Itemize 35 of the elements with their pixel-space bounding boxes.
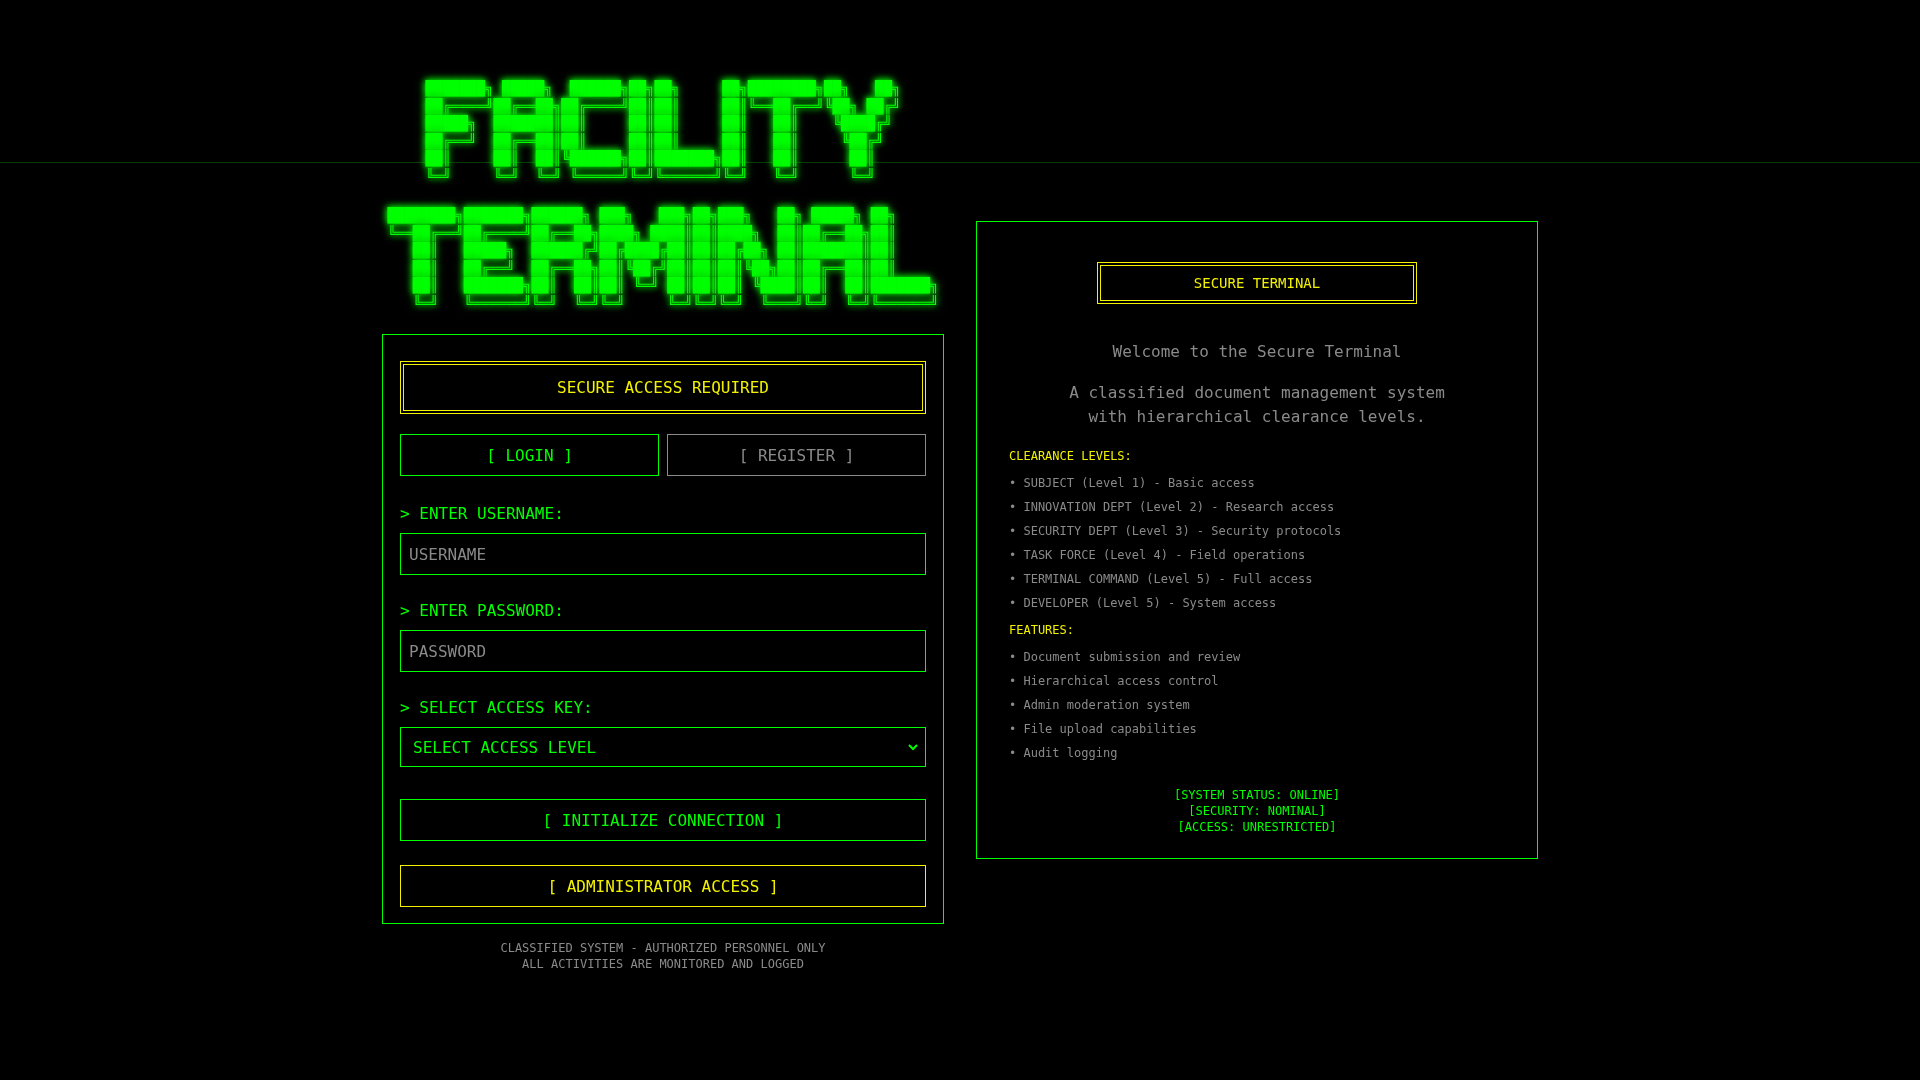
field-label: > ENTER PASSWORD: bbox=[400, 601, 565, 620]
list-item: • Audit logging bbox=[1009, 745, 1119, 762]
tab[interactable]: [ REGISTER ] bbox=[667, 434, 926, 476]
list-item: • Document submission and review bbox=[1009, 649, 1242, 666]
list-item: • File upload capabilities bbox=[1009, 721, 1198, 738]
list-item: • Admin moderation system bbox=[1009, 697, 1191, 714]
list-item: • INNOVATION DEPT (Level 2) - Research access bbox=[1009, 499, 1336, 516]
status-line: [ACCESS: UNRESTRICTED] bbox=[1176, 819, 1338, 835]
status-line: [SECURITY: NOMINAL] bbox=[1187, 803, 1327, 819]
field-label: > SELECT ACCESS KEY: bbox=[400, 698, 594, 717]
footer-notice: CLASSIFIED SYSTEM - AUTHORIZED PERSONNEL ONLY bbox=[500, 940, 826, 956]
list-item: • TERMINAL COMMAND (Level 5) - Full access bbox=[1009, 571, 1314, 588]
input-field[interactable]: PASSWORD bbox=[400, 630, 926, 672]
list-item: • DEVELOPER (Level 5) - System access bbox=[1009, 595, 1278, 612]
logo-ascii-art: ███████╗ █████╗ ██████╗██╗██╗ ██╗████████╗██╗ ██╗ ██╔════╝██╔══██╗██╔════╝██║██║ ██║╚══██╔══╝╚██╗ ██╔╝ █████╗ ███████║██║ ██║██║ ██║ ██║ ╚████╔╝ ██╔══╝ ██╔══██║██║ ██║██║ ██║ ██║ ╚██╔╝ ██║ ██║ ██║╚██████╗██║███████╗██║ ██║ ██║ ╚═╝ ╚═╝ ╚═╝ ╚═════╝╚═╝╚══════╝╚═╝ ╚═╝ ╚═╝ bbox=[425, 80, 901, 185]
list-item: • SECURITY DEPT (Level 3) - Security protocols bbox=[1009, 523, 1343, 540]
welcome-text: Welcome to the Secure Terminal bbox=[1111, 342, 1403, 361]
chevron-down-icon bbox=[907, 743, 919, 751]
panel-title: SECURE ACCESS REQUIRED bbox=[400, 361, 926, 414]
admin-access-button[interactable]: [ ADMINISTRATOR ACCESS ] bbox=[400, 865, 926, 907]
field-label: > ENTER USERNAME: bbox=[400, 504, 565, 523]
logo-ascii-art: ████████╗███████╗██████╗ ███╗ ███╗██╗███╗ ██╗ █████╗ ██╗ ╚══██╔══╝██╔════╝██╔══██╗████╗ ████║██║████╗ ██║██╔══██╗██║ ██║ █████╗ ██████╔╝██╔████╔██║██║██╔██╗ ██║███████║██║ ██║ ██╔══╝ ██╔══██╗██║╚██╔╝██║██║██║╚██╗██║██╔══██║██║ ██║ ███████╗██║ ██║██║ ╚═╝ ██║██║██║ ╚████║██║ ██║███████╗ ╚═╝ ╚══════╝╚═╝ ╚═╝╚═╝ ╚═╝╚═╝╚═╝ ╚═══╝╚═╝ ╚═╝╚══════╝ bbox=[387, 207, 939, 312]
footer-notice: ALL ACTIVITIES ARE MONITORED AND LOGGED bbox=[521, 956, 805, 972]
list-item: • SUBJECT (Level 1) - Basic access bbox=[1009, 475, 1256, 492]
list-item: • TASK FORCE (Level 4) - Field operations bbox=[1009, 547, 1307, 564]
input-field[interactable]: USERNAME bbox=[400, 533, 926, 575]
list-item: • Hierarchical access control bbox=[1009, 673, 1220, 690]
access-level-select[interactable]: SELECT ACCESS LEVEL bbox=[400, 727, 926, 767]
panel-title: SECURE TERMINAL bbox=[1097, 262, 1417, 304]
section-heading: CLEARANCE LEVELS: bbox=[1009, 449, 1133, 463]
tab[interactable]: [ LOGIN ] bbox=[400, 434, 659, 476]
status-line: [SYSTEM STATUS: ONLINE] bbox=[1172, 787, 1342, 803]
connect-button[interactable]: [ INITIALIZE CONNECTION ] bbox=[400, 799, 926, 841]
description-text: A classified document management system with hierarchical clearance levels. bbox=[1068, 382, 1446, 428]
section-heading: FEATURES: bbox=[1009, 623, 1076, 637]
